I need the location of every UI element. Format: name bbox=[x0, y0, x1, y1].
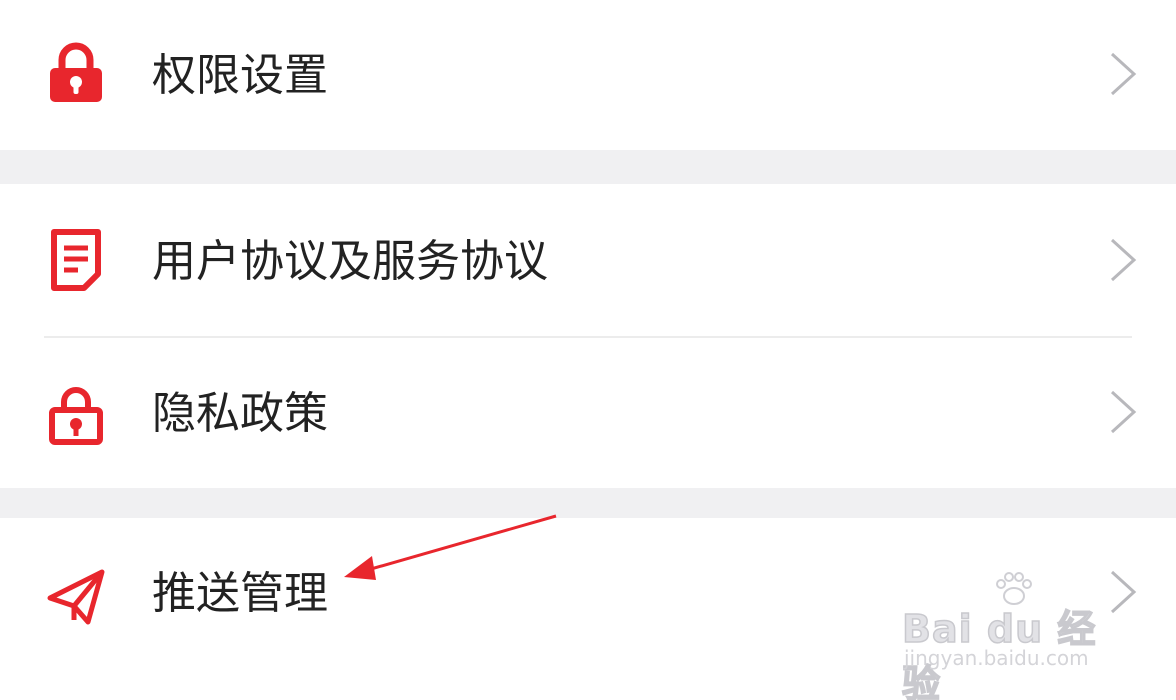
settings-item-label: 权限设置 bbox=[152, 50, 328, 101]
settings-item-privacy-policy[interactable]: 隐私政策 bbox=[0, 338, 1176, 488]
chevron-right-icon bbox=[1100, 48, 1144, 100]
settings-item-label: 推送管理 bbox=[152, 568, 328, 619]
chevron-right-icon bbox=[1100, 234, 1144, 286]
section-gap bbox=[0, 150, 1176, 184]
paper-plane-icon bbox=[44, 564, 108, 628]
settings-item-label: 用户协议及服务协议 bbox=[152, 236, 548, 287]
lock-icon bbox=[44, 40, 108, 104]
privacy-lock-icon bbox=[44, 382, 108, 446]
chevron-right-icon bbox=[1100, 386, 1144, 438]
settings-item-label: 隐私政策 bbox=[152, 388, 328, 439]
settings-item-push-management[interactable]: 推送管理 bbox=[0, 518, 1176, 700]
settings-item-user-agreement[interactable]: 用户协议及服务协议 bbox=[0, 184, 1176, 336]
section-gap bbox=[0, 488, 1176, 518]
settings-screen: 权限设置 用户协议及服务协议 隐私政策 推送管理 Bai du 经验 jingy… bbox=[0, 0, 1176, 700]
settings-item-permissions[interactable]: 权限设置 bbox=[0, 0, 1176, 150]
chevron-right-icon bbox=[1100, 566, 1144, 618]
document-icon bbox=[44, 228, 108, 292]
